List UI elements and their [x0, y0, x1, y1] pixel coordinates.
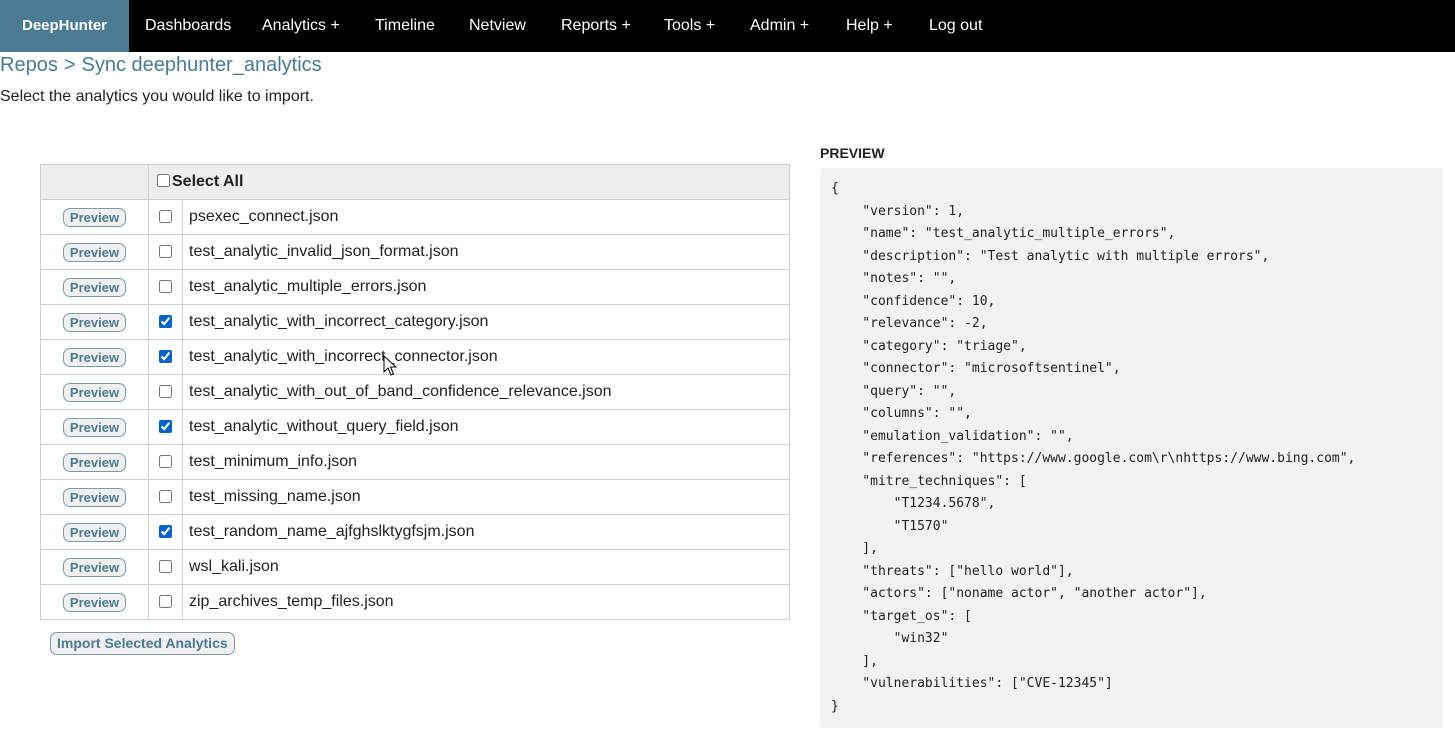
analytic-checkbox[interactable]: [159, 280, 172, 294]
table-row: Preview test_analytic_with_out_of_band_co…: [40, 374, 790, 410]
preview-button[interactable]: Preview: [62, 557, 127, 577]
preview-cell: Preview: [40, 584, 149, 620]
table-row: Preview test_minimum_info.json: [40, 444, 790, 480]
analytic-checkbox[interactable]: [159, 595, 172, 609]
nav-dashboards[interactable]: Dashboards: [145, 0, 231, 52]
breadcrumb-repos-link[interactable]: Repos: [0, 54, 58, 76]
select-all-cell: Select All: [148, 164, 790, 200]
header-empty-cell: [40, 164, 149, 200]
analytic-filename: test_analytic_multiple_errors.json: [182, 269, 790, 305]
top-navbar: DeepHunter Dashboards Analytics + Timeli…: [0, 0, 1455, 52]
preview-cell: Preview: [40, 549, 149, 585]
preview-button[interactable]: Preview: [62, 277, 127, 297]
analytic-filename: test_minimum_info.json: [182, 444, 790, 480]
preview-button[interactable]: Preview: [62, 382, 127, 402]
table-row: Preview wsl_kali.json: [40, 549, 790, 585]
table-row: Preview test_analytic_invalid_json_format…: [40, 234, 790, 270]
nav-tools-menu[interactable]: Tools +: [664, 0, 715, 52]
preview-button[interactable]: Preview: [62, 487, 127, 507]
preview-cell: Preview: [40, 339, 149, 375]
checkbox-cell: [148, 199, 183, 235]
nav-analytics-menu[interactable]: Analytics +: [262, 0, 340, 52]
import-selected-button[interactable]: Import Selected Analytics: [50, 632, 235, 655]
breadcrumb: Repos > Sync deephunter_analytics: [0, 54, 322, 77]
preview-cell: Preview: [40, 409, 149, 445]
nav-netview[interactable]: Netview: [469, 0, 526, 52]
preview-panel: { "version": 1, "name": "test_analytic_m…: [820, 168, 1443, 728]
breadcrumb-separator: >: [63, 54, 76, 76]
checkbox-cell: [148, 549, 183, 585]
analytic-filename: psexec_connect.json: [182, 199, 790, 235]
table-row: Preview zip_archives_temp_files.json: [40, 584, 790, 620]
preview-button[interactable]: Preview: [62, 312, 127, 332]
analytic-filename: test_random_name_ajfghslktygfsjm.json: [182, 514, 790, 550]
analytic-checkbox[interactable]: [159, 245, 172, 259]
preview-cell: Preview: [40, 444, 149, 480]
checkbox-cell: [148, 304, 183, 340]
analytic-filename: test_missing_name.json: [182, 479, 790, 515]
checkbox-cell: [148, 444, 183, 480]
preview-button[interactable]: Preview: [62, 347, 127, 367]
table-row: Preview psexec_connect.json: [40, 199, 790, 235]
preview-cell: Preview: [40, 234, 149, 270]
table-row: Preview test_analytic_without_query_field…: [40, 409, 790, 445]
preview-button[interactable]: Preview: [62, 242, 127, 262]
preview-button[interactable]: Preview: [62, 452, 127, 472]
mouse-cursor-icon: [383, 355, 397, 376]
analytic-filename: test_analytic_invalid_json_format.json: [182, 234, 790, 270]
checkbox-cell: [148, 234, 183, 270]
analytic-checkbox[interactable]: [159, 560, 172, 574]
preview-button[interactable]: Preview: [62, 522, 127, 542]
nav-help-menu[interactable]: Help +: [846, 0, 893, 52]
analytic-checkbox[interactable]: [159, 525, 172, 539]
analytic-checkbox[interactable]: [159, 455, 172, 469]
preview-heading: PREVIEW: [820, 145, 885, 161]
preview-cell: Preview: [40, 479, 149, 515]
table-header-row: Select All: [40, 164, 790, 200]
analytics-table: Select All Preview psexec_connect.json Pre…: [40, 164, 790, 620]
preview-button[interactable]: Preview: [62, 417, 127, 437]
analytic-filename: test_analytic_with_incorrect_connector.j…: [182, 339, 790, 375]
preview-cell: Preview: [40, 514, 149, 550]
analytic-filename: test_analytic_without_query_field.json: [182, 409, 790, 445]
analytic-filename: test_analytic_with_out_of_band_confidenc…: [182, 374, 790, 410]
preview-cell: Preview: [40, 374, 149, 410]
analytic-checkbox[interactable]: [159, 315, 172, 329]
analytic-filename: test_analytic_with_incorrect_category.js…: [182, 304, 790, 340]
table-row: Preview test_random_name_ajfghslktygfsjm.…: [40, 514, 790, 550]
page-instructions: Select the analytics you would like to i…: [0, 88, 314, 105]
checkbox-cell: [148, 409, 183, 445]
analytic-checkbox[interactable]: [159, 490, 172, 504]
checkbox-cell: [148, 514, 183, 550]
checkbox-cell: [148, 269, 183, 305]
table-row: Preview test_analytic_with_incorrect_cate…: [40, 304, 790, 340]
breadcrumb-current: Sync deephunter_analytics: [81, 54, 322, 76]
brand-logo-link[interactable]: DeepHunter: [0, 0, 129, 52]
select-all-checkbox[interactable]: [157, 174, 170, 187]
nav-timeline[interactable]: Timeline: [375, 0, 435, 52]
analytic-filename: wsl_kali.json: [182, 549, 790, 585]
preview-cell: Preview: [40, 269, 149, 305]
analytic-filename: zip_archives_temp_files.json: [182, 584, 790, 620]
table-row: Preview test_analytic_with_incorrect_conn…: [40, 339, 790, 375]
select-all-label: Select All: [172, 173, 244, 190]
checkbox-cell: [148, 339, 183, 375]
table-row: Preview test_missing_name.json: [40, 479, 790, 515]
analytic-checkbox[interactable]: [159, 420, 172, 434]
analytic-checkbox[interactable]: [159, 350, 172, 364]
nav-reports-menu[interactable]: Reports +: [561, 0, 631, 52]
preview-cell: Preview: [40, 304, 149, 340]
analytic-checkbox[interactable]: [159, 385, 172, 399]
table-row: Preview test_analytic_multiple_errors.jso…: [40, 269, 790, 305]
nav-logout[interactable]: Log out: [929, 0, 982, 52]
preview-cell: Preview: [40, 199, 149, 235]
checkbox-cell: [148, 479, 183, 515]
analytic-checkbox[interactable]: [159, 210, 172, 224]
nav-admin-menu[interactable]: Admin +: [750, 0, 809, 52]
preview-json-content: { "version": 1, "name": "test_analytic_m…: [831, 181, 1356, 714]
preview-button[interactable]: Preview: [62, 207, 127, 227]
checkbox-cell: [148, 374, 183, 410]
checkbox-cell: [148, 584, 183, 620]
preview-button[interactable]: Preview: [62, 592, 127, 612]
